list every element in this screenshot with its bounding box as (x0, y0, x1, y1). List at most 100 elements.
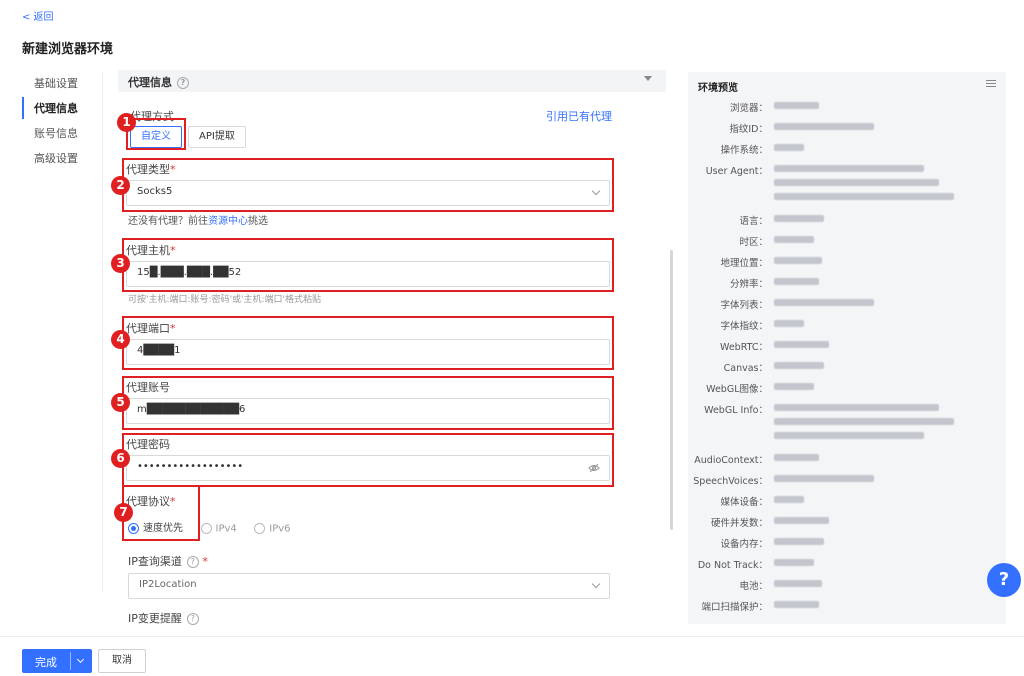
preview-value-redacted (774, 381, 974, 395)
preview-key: User Agent： (705, 166, 768, 177)
preview-value-redacted (774, 578, 974, 592)
preview-row: 浏览器： (688, 100, 1006, 114)
preview-value-redacted (774, 121, 974, 135)
annotation-badge-6: 6 (111, 449, 130, 468)
annotation-badge-1: 1 (117, 113, 136, 132)
ip-channel-label: IP查询渠道? * (128, 555, 208, 568)
annotation-badge-3: 3 (111, 254, 130, 273)
preview-key: 语言： (739, 216, 768, 227)
preview-key: SpeechVoices： (693, 476, 768, 487)
annotation-badge-7: 7 (114, 503, 133, 522)
preview-key: AudioContext： (694, 455, 768, 466)
preview-value-redacted (774, 339, 974, 353)
help-icon[interactable]: ? (186, 556, 199, 568)
preview-value-redacted (774, 213, 974, 227)
preview-row: 时区： (688, 234, 1006, 248)
preview-row: 分辨率： (688, 276, 1006, 290)
preview-row: WebGL Info： (688, 402, 1006, 444)
annotation-box-2 (122, 158, 614, 212)
proxy-host-hint: 可按'主机:端口:账号:密码'或'主机:端口'格式粘贴 (128, 295, 322, 305)
preview-row: 操作系统： (688, 142, 1006, 156)
preview-row: SpeechVoices： (688, 473, 1006, 487)
preview-value-redacted (774, 360, 974, 374)
preview-key: 字体列表： (720, 300, 768, 311)
preview-row: 语言： (688, 213, 1006, 227)
annotation-badge-2: 2 (111, 176, 130, 195)
proxy-type-hint: 还没有代理？前往资源中心挑选 (128, 216, 268, 227)
preview-key: 设备内存： (720, 539, 768, 550)
annotation-box-7 (122, 485, 200, 541)
preview-value-redacted (774, 234, 974, 248)
help-icon[interactable]: ? (186, 613, 199, 625)
ip-change-label: IP变更提醒? (128, 610, 199, 626)
nav-item-advanced[interactable]: 高级设置 (22, 147, 102, 169)
preview-row: 地理位置： (688, 255, 1006, 269)
section-header[interactable]: 代理信息? (118, 70, 666, 92)
preview-key: 指纹ID： (729, 124, 768, 135)
section-title: 代理信息 (128, 76, 172, 89)
preview-key: 分辨率： (729, 279, 768, 290)
chevron-down-icon[interactable] (76, 655, 85, 664)
preview-value-redacted (774, 557, 974, 571)
preview-value-redacted (774, 402, 974, 444)
preview-key: Do Not Track： (697, 560, 768, 571)
preview-key: Canvas： (723, 363, 768, 374)
preview-row: 字体列表： (688, 297, 1006, 311)
preview-value-redacted (774, 276, 974, 290)
help-fab-button[interactable]: ? (987, 563, 1021, 597)
preview-value-redacted (774, 163, 974, 205)
preview-row: 媒体设备： (688, 494, 1006, 508)
preview-key: WebGL图像： (706, 384, 768, 395)
split-divider (70, 652, 71, 670)
chevron-down-icon (591, 579, 601, 589)
preview-value-redacted (774, 536, 974, 550)
ip-channel-select[interactable]: IP2Location (128, 573, 610, 599)
environment-preview-panel: 环境预览 浏览器： 指纹ID： 操作系统： User Agent： 语言： 时区： 地理位置… (688, 72, 1006, 624)
preview-key: 端口扫描保护： (701, 602, 768, 613)
preview-row: WebRTC： (688, 339, 1006, 353)
annotation-badge-4: 4 (111, 330, 130, 349)
preview-row: 字体指纹： (688, 318, 1006, 332)
preview-row: Canvas： (688, 360, 1006, 374)
preview-key: 浏览器： (729, 103, 768, 114)
annotation-box-4 (122, 316, 614, 370)
done-split-button[interactable]: 完成 (22, 649, 92, 673)
preview-row: Do Not Track： (688, 557, 1006, 571)
protocol-ipv6[interactable]: IPv6 (254, 522, 291, 534)
list-menu-icon[interactable] (986, 80, 996, 89)
nav-item-basic[interactable]: 基础设置 (22, 72, 102, 94)
preview-value-redacted (774, 473, 974, 487)
radio-icon (254, 522, 266, 534)
preview-row: WebGL图像： (688, 381, 1006, 395)
preview-key: WebGL Info： (704, 405, 768, 416)
preview-row: AudioContext： (688, 452, 1006, 466)
help-icon[interactable]: ? (177, 77, 189, 89)
preview-row: 硬件并发数： (688, 515, 1006, 529)
proxy-mode-api[interactable]: API提取 (188, 126, 246, 148)
use-existing-proxy-link[interactable]: 引用已有代理 (546, 108, 612, 124)
cancel-button[interactable]: 取消 (98, 649, 146, 673)
preview-value-redacted (774, 515, 974, 529)
nav-item-account[interactable]: 账号信息 (22, 122, 102, 144)
section-nav: 基础设置 代理信息 账号信息 高级设置 (22, 72, 103, 592)
done-button-label[interactable]: 完成 (22, 654, 70, 670)
ip-channel-value: IP2Location (139, 579, 197, 590)
collapse-caret-icon[interactable] (644, 76, 652, 81)
preview-value-redacted (774, 318, 974, 332)
preview-key: 媒体设备： (720, 497, 768, 508)
preview-key: 时区： (739, 237, 768, 248)
preview-row: 端口扫描保护： (688, 599, 1006, 613)
preview-value-redacted (774, 452, 974, 466)
resource-center-link[interactable]: 资源中心 (208, 216, 248, 227)
annotation-box-5 (122, 376, 614, 430)
preview-key: 操作系统： (720, 145, 768, 156)
back-link[interactable]: < 返回 (22, 8, 54, 23)
preview-value-redacted (774, 100, 974, 114)
protocol-ipv4[interactable]: IPv4 (200, 522, 237, 534)
nav-item-proxy[interactable]: 代理信息 (22, 97, 102, 119)
preview-row: User Agent： (688, 163, 1006, 205)
preview-value-redacted (774, 142, 974, 156)
preview-row: 设备内存： (688, 536, 1006, 550)
preview-key: 地理位置： (720, 258, 768, 269)
form-scrollbar[interactable] (670, 250, 673, 530)
